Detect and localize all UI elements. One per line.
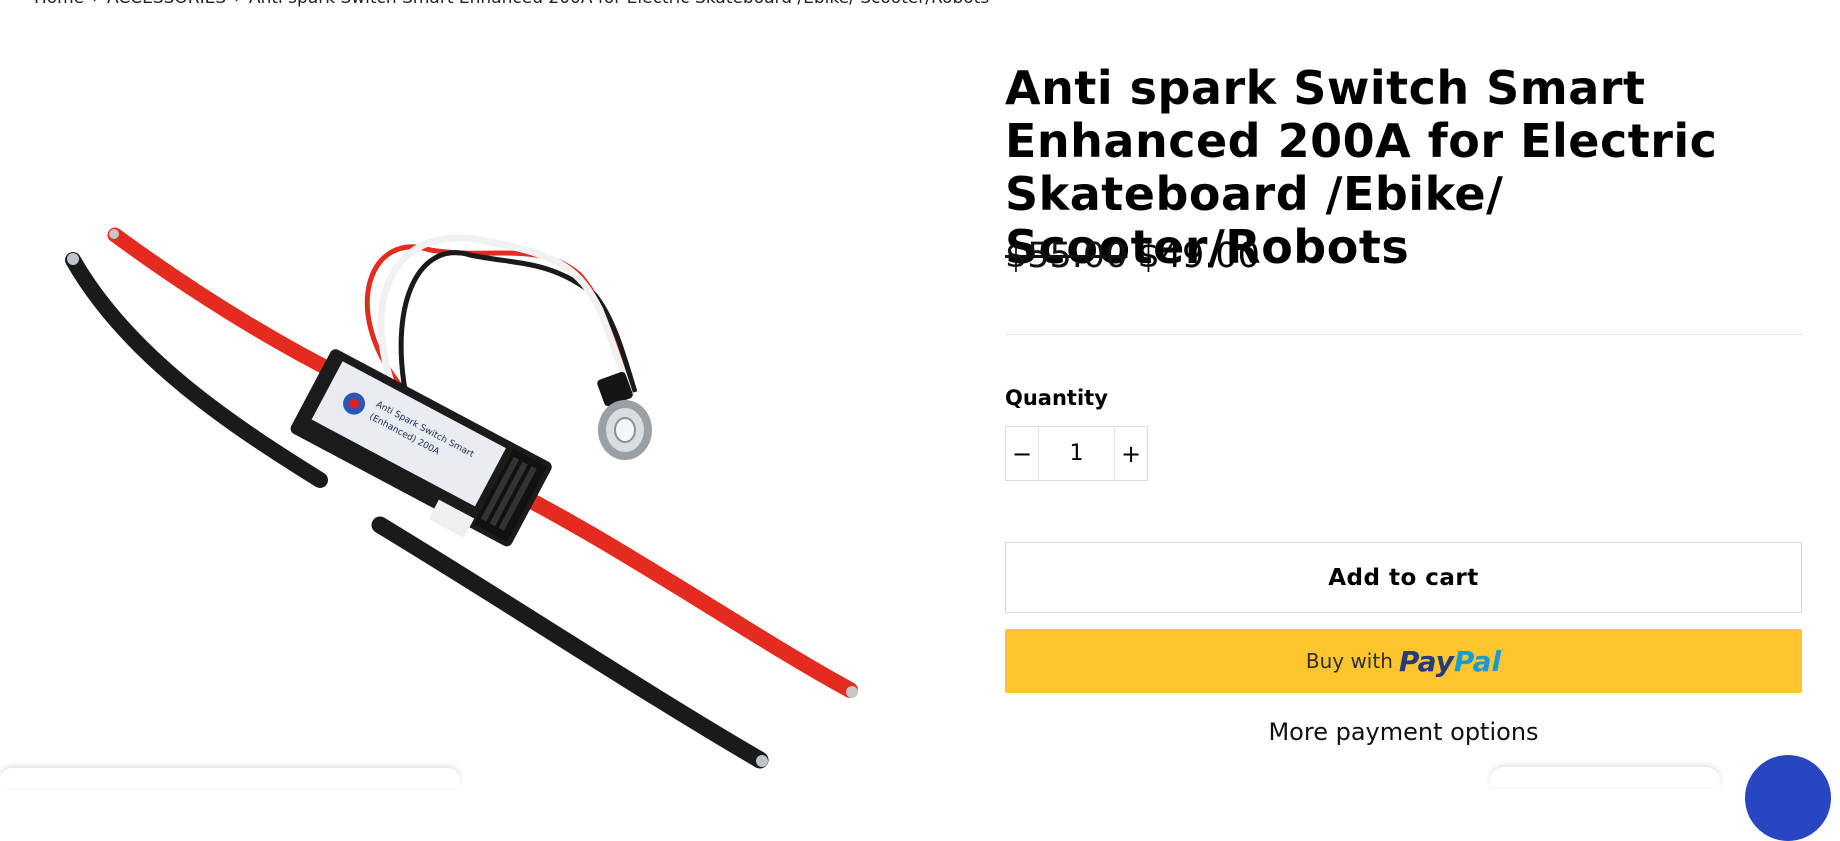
product-photo-svg: Anti Spark Switch Smart (Enhanced) 200A	[65, 227, 858, 769]
cable-tip	[67, 253, 79, 265]
minus-icon: −	[1011, 439, 1033, 468]
cable-tip	[109, 229, 119, 239]
quantity-stepper: − +	[1005, 426, 1148, 481]
price-row: $55.00 $49.00	[1005, 236, 1260, 276]
quantity-increase-button[interactable]: +	[1114, 427, 1147, 480]
add-to-cart-button[interactable]: Add to cart	[1005, 542, 1802, 613]
breadcrumb: Home › ACCESSORIES › Anti spark Switch Smart…	[34, 0, 989, 8]
anti-spark-module: Anti Spark Switch Smart (Enhanced) 200A	[290, 349, 552, 547]
signal-wire-red	[364, 244, 633, 391]
divider	[1005, 334, 1802, 335]
quantity-decrease-button[interactable]: −	[1006, 427, 1039, 480]
quantity-input[interactable]	[1039, 426, 1114, 481]
bottom-chat-prompt[interactable]	[1490, 767, 1720, 787]
sale-price: $49.00	[1137, 236, 1260, 276]
breadcrumb-separator: ›	[234, 0, 241, 8]
power-cable-black-out	[371, 516, 769, 769]
paypal-logo-icon: PayPal	[1399, 645, 1501, 678]
product-image[interactable]: Anti Spark Switch Smart (Enhanced) 200A	[40, 200, 890, 773]
original-price: $55.00	[1005, 236, 1128, 276]
breadcrumb-current: Anti spark Switch Smart Enhanced 200A fo…	[249, 0, 989, 8]
plus-icon: +	[1120, 439, 1142, 468]
breadcrumb-collection-link[interactable]: ACCESSORIES	[107, 0, 226, 8]
quantity-label: Quantity	[1005, 386, 1108, 410]
breadcrumb-home-link[interactable]: Home	[34, 0, 84, 8]
signal-wire-black	[398, 250, 638, 393]
paypal-checkout-button[interactable]: Buy with PayPal	[1005, 629, 1802, 693]
paypal-prefix-text: Buy with	[1305, 649, 1393, 673]
cable-tip	[846, 686, 858, 698]
bottom-popup-panel[interactable]	[0, 768, 460, 788]
paypal-logo-pay: Pay	[1398, 644, 1454, 678]
cable-tip	[756, 755, 768, 767]
chat-widget-button[interactable]	[1745, 755, 1831, 841]
led-push-button	[597, 371, 652, 460]
more-payment-options-link[interactable]: More payment options	[1005, 718, 1802, 746]
breadcrumb-separator: ›	[92, 0, 99, 8]
paypal-logo-pal: Pal	[1453, 644, 1502, 678]
